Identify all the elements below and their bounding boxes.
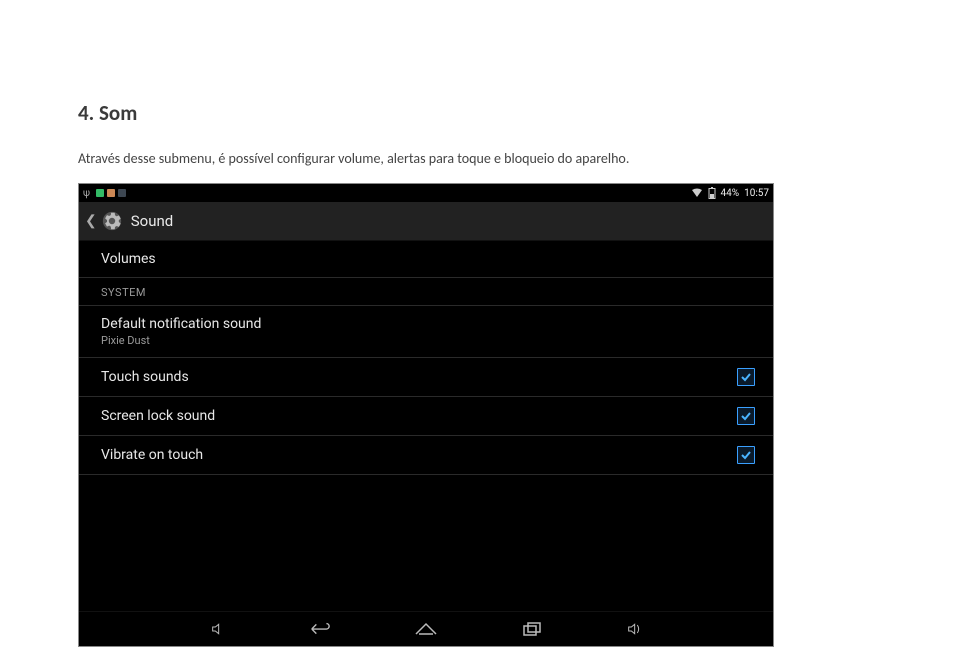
setting-label: Volumes [101, 251, 156, 267]
setting-screen-lock-sound[interactable]: Screen lock sound [79, 397, 773, 436]
setting-default-notification[interactable]: Default notification sound Pixie Dust [79, 306, 773, 358]
action-bar[interactable]: ❮ Sound [79, 202, 773, 241]
wifi-icon [691, 188, 703, 198]
status-indicator-icon [118, 189, 126, 197]
checkbox-vibrate[interactable] [737, 446, 755, 464]
setting-label: Touch sounds [101, 369, 189, 385]
android-screenshot: 44% 10:57 ❮ Sound Volumes SYSTEM [78, 183, 774, 647]
setting-label: Vibrate on touch [101, 447, 203, 463]
actionbar-title: Sound [131, 212, 173, 230]
back-icon[interactable]: ❮ [85, 213, 97, 229]
battery-percent: 44% [721, 188, 740, 199]
setting-volumes[interactable]: Volumes [79, 241, 773, 278]
recent-apps-nav-icon[interactable] [518, 618, 546, 640]
doc-paragraph: Através desse submenu, é possível config… [78, 148, 698, 169]
checkbox-screen-lock[interactable] [737, 407, 755, 425]
usb-icon [83, 188, 93, 198]
settings-gear-icon [101, 210, 123, 232]
volume-up-icon[interactable] [624, 618, 644, 640]
checkbox-touch-sounds[interactable] [737, 368, 755, 386]
status-indicator-icon [96, 189, 104, 197]
volume-down-icon[interactable] [208, 618, 228, 640]
status-bar: 44% 10:57 [79, 184, 773, 202]
section-header-system: SYSTEM [79, 278, 773, 306]
back-nav-icon[interactable] [306, 618, 334, 640]
setting-vibrate-on-touch[interactable]: Vibrate on touch [79, 436, 773, 475]
setting-touch-sounds[interactable]: Touch sounds [79, 358, 773, 397]
battery-icon [708, 187, 716, 199]
home-nav-icon[interactable] [412, 618, 440, 640]
status-indicator-icon [107, 189, 115, 197]
empty-area [79, 475, 773, 586]
setting-value: Pixie Dust [101, 334, 261, 347]
clock: 10:57 [744, 188, 769, 199]
setting-label: Screen lock sound [101, 408, 215, 424]
setting-label: Default notification sound [101, 316, 261, 332]
doc-heading: 4. Som [78, 100, 882, 126]
